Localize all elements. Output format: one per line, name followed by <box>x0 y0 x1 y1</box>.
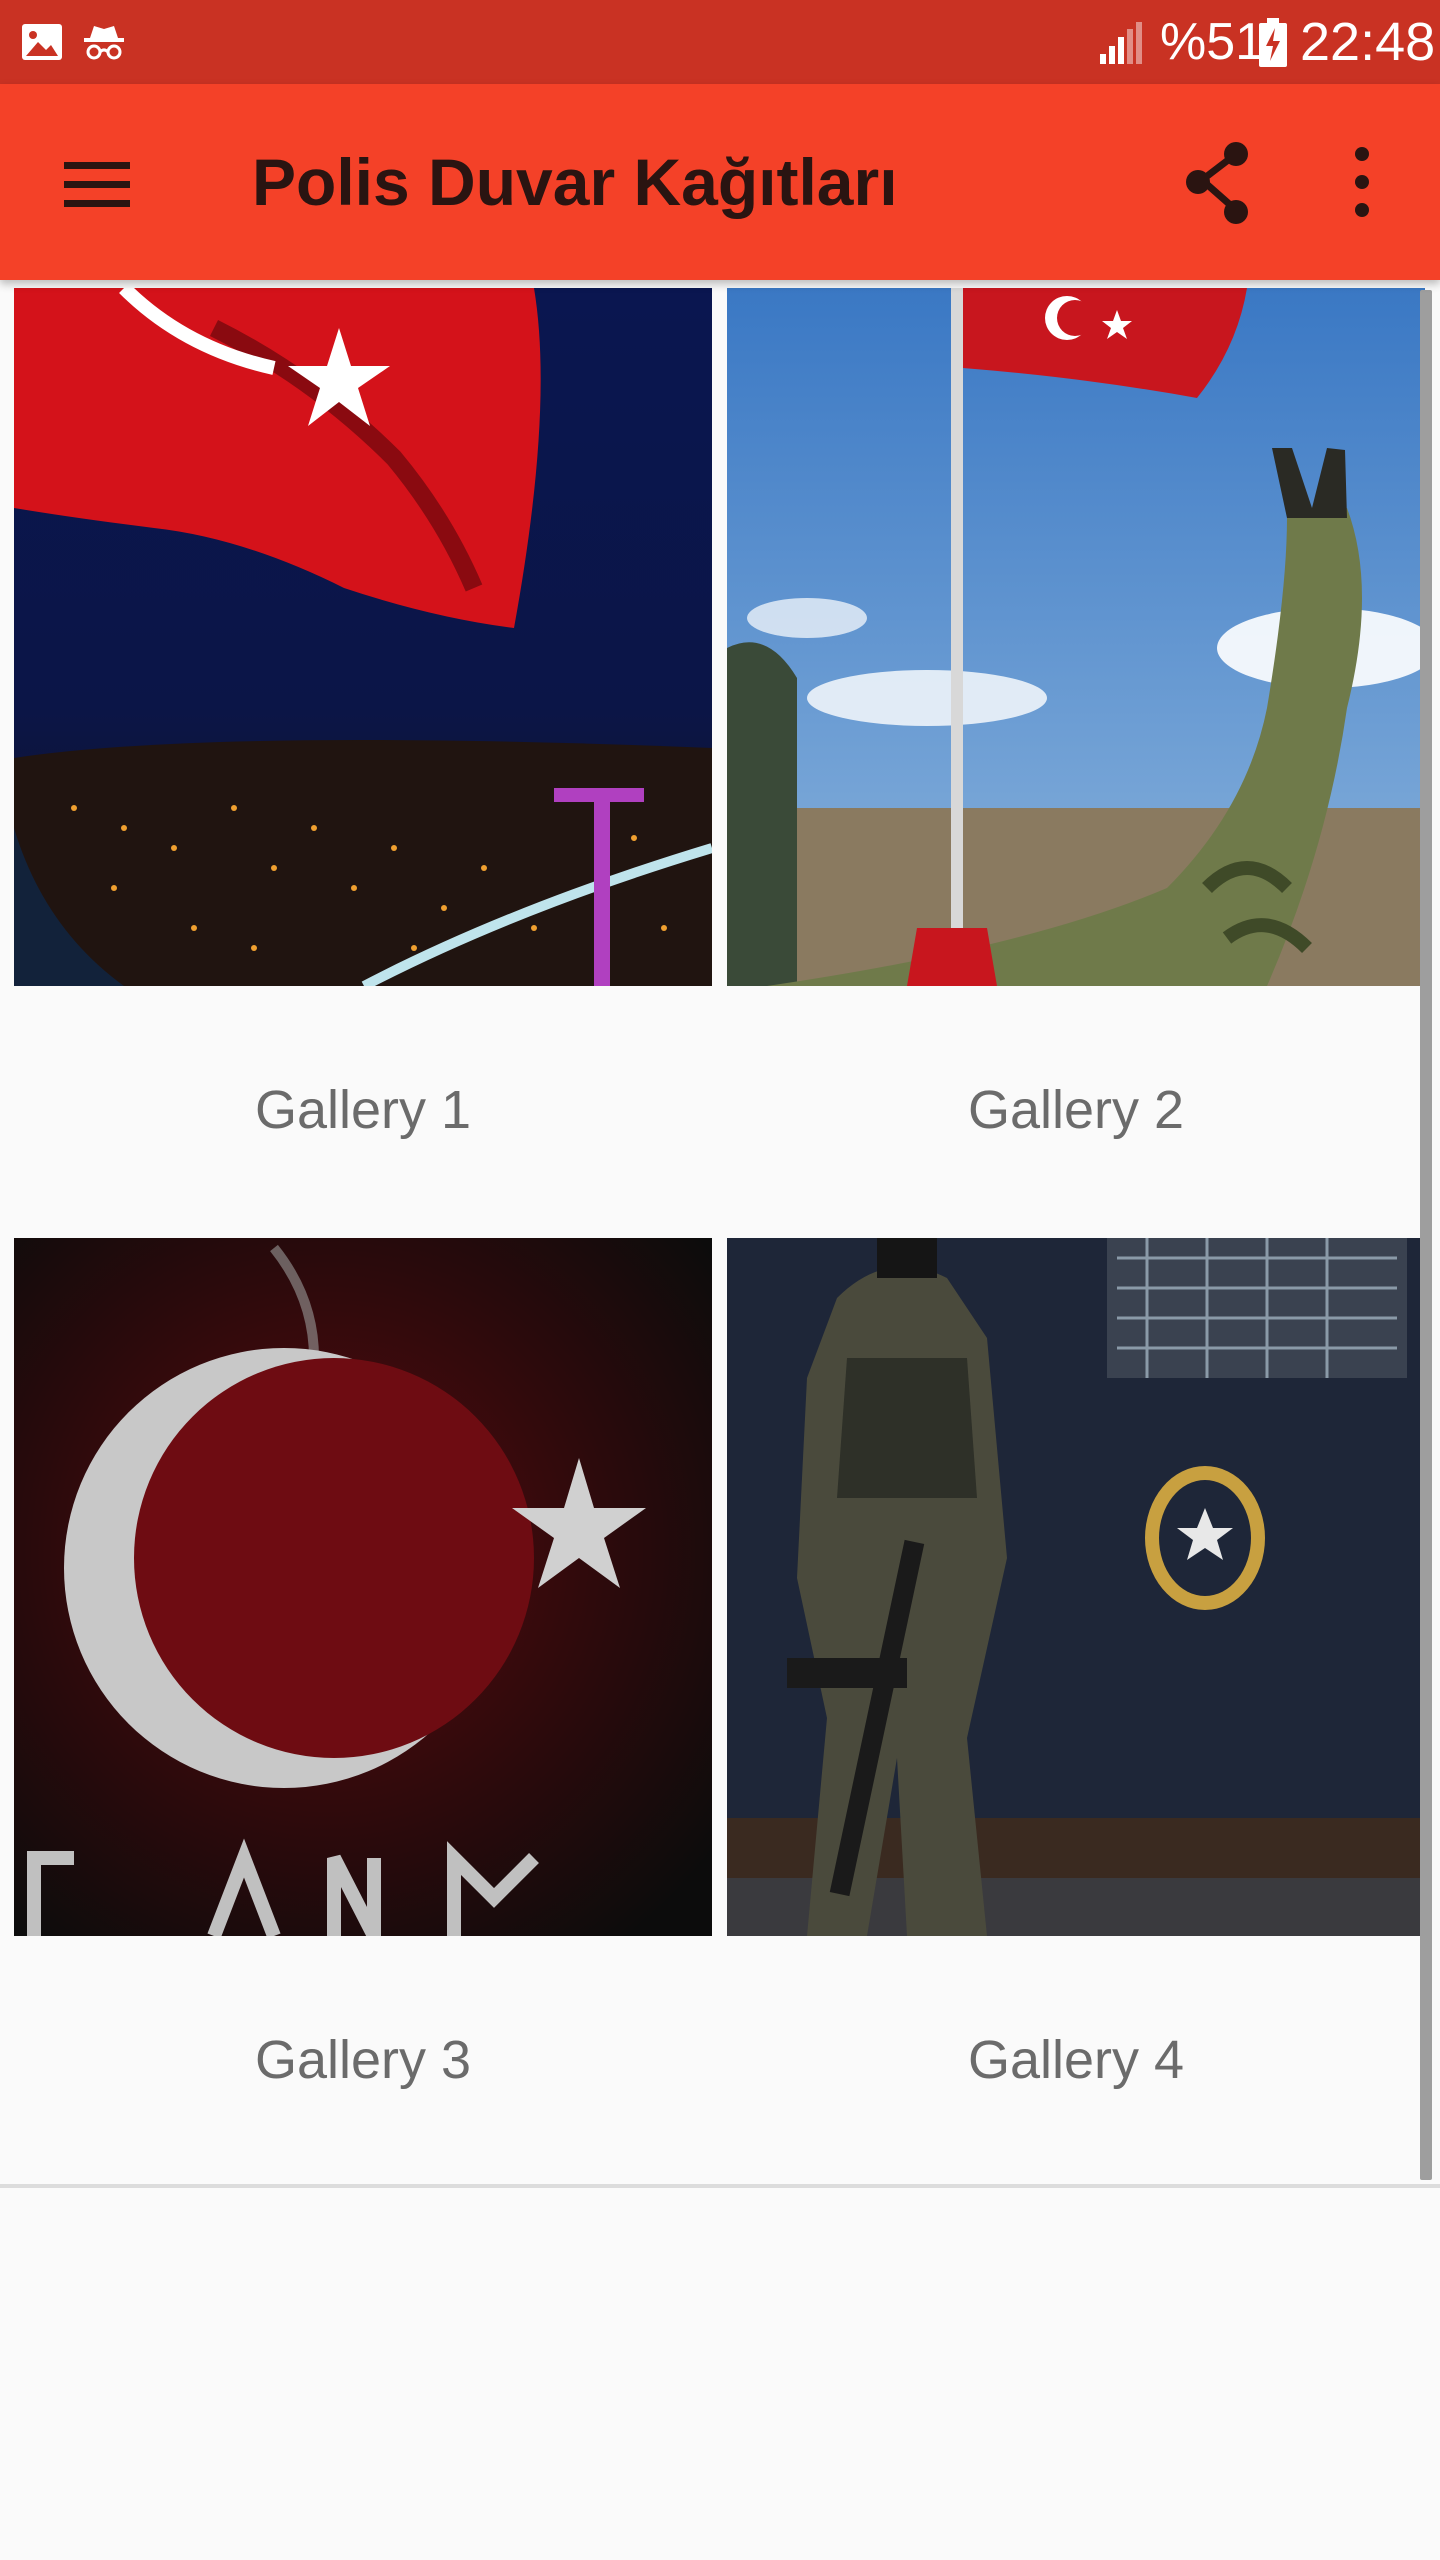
battery-charging-icon <box>1259 18 1287 67</box>
gallery-label-4: Gallery 4 <box>967 2030 1185 2090</box>
battery-percentage: %51 <box>1160 13 1265 71</box>
menu-icon <box>64 162 130 207</box>
gallery-icon <box>22 24 62 60</box>
gallery-thumbnail-4[interactable] <box>727 1238 1425 1936</box>
share-icon <box>1186 142 1248 224</box>
gallery-thumbnail-1[interactable] <box>14 288 712 986</box>
share-button[interactable] <box>1164 130 1268 234</box>
signal-icon <box>1100 22 1142 64</box>
status-bar: %51 22:48 <box>0 0 1440 84</box>
gallery-label-1: Gallery 1 <box>254 1080 472 1140</box>
gallery-thumbnail-2[interactable] <box>727 288 1425 986</box>
scrollbar[interactable] <box>1420 290 1432 2180</box>
gallery-label-2: Gallery 2 <box>967 1080 1185 1140</box>
status-time: 22:48 <box>1300 12 1436 72</box>
menu-button[interactable] <box>38 130 142 234</box>
list-divider <box>0 2184 1440 2188</box>
incognito-icon <box>84 26 124 60</box>
gallery-label-3: Gallery 3 <box>254 2030 472 2090</box>
gallery-grid: Gallery 1 Gallery 2 Gallery 3 Gallery 4 <box>0 280 1440 2184</box>
gallery-thumbnail-3[interactable] <box>14 1238 712 1936</box>
page-title: Polis Duvar Kağıtları <box>252 145 898 219</box>
more-vert-icon <box>1355 147 1369 217</box>
more-options-button[interactable] <box>1312 130 1416 234</box>
app-bar: Polis Duvar Kağıtları <box>0 84 1440 280</box>
